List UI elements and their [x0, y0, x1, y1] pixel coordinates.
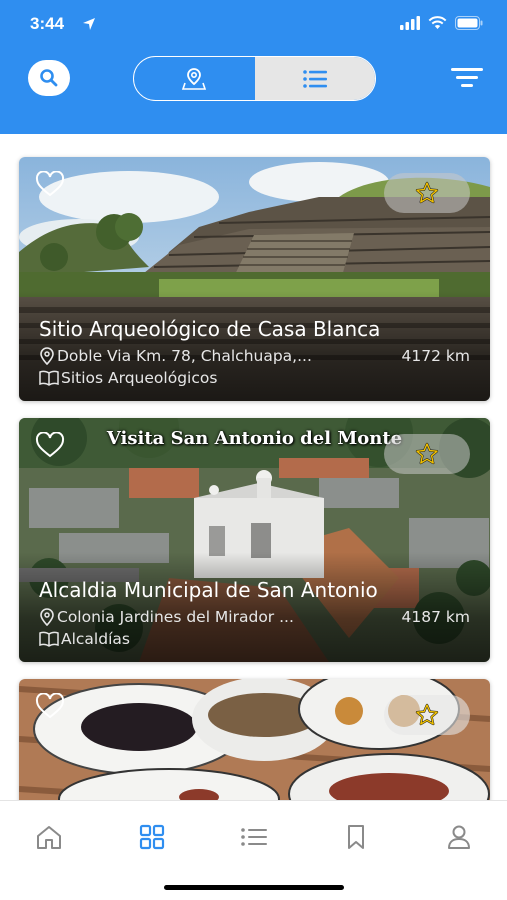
list-icon [241, 828, 267, 846]
home-icon [37, 826, 61, 849]
rating-button[interactable] [384, 434, 470, 474]
search-icon [40, 69, 58, 87]
list-view-tab[interactable] [254, 57, 375, 100]
rating-button[interactable] [384, 695, 470, 735]
wifi-icon [428, 16, 447, 29]
place-category: Alcaldías [61, 630, 130, 648]
grid-icon [139, 824, 165, 850]
list-icon [302, 69, 327, 88]
view-toggle [133, 56, 376, 101]
place-address: Doble Via Km. 78, Chalchuapa,... [57, 347, 312, 365]
book-icon [39, 631, 59, 647]
filter-icon [451, 68, 483, 87]
place-meta: Doble Via Km. 78, Chalchuapa,... 4172 km [39, 347, 470, 365]
profile-icon [448, 825, 470, 849]
star-icon [415, 442, 439, 465]
location-pin-icon [40, 608, 54, 626]
place-address-row: Doble Via Km. 78, Chalchuapa,... [39, 347, 390, 365]
favorite-button[interactable] [35, 692, 65, 724]
map-view-tab[interactable] [134, 57, 255, 100]
heart-icon [35, 431, 65, 458]
status-time: 3:44 [30, 14, 65, 33]
place-card[interactable]: Sitio Arqueológico de Casa Blanca Doble … [19, 157, 490, 401]
status-bar: 3:44 [30, 14, 483, 38]
status-indicators [400, 16, 483, 30]
home-indicator [164, 885, 344, 890]
place-address: Colonia Jardines del Mirador ... [57, 608, 294, 626]
place-address-row: Colonia Jardines del Mirador ... [39, 608, 390, 626]
place-distance: 4172 km [401, 347, 470, 365]
signal-icon [400, 16, 420, 30]
place-distance: 4187 km [401, 608, 470, 626]
place-card[interactable] [19, 679, 490, 800]
bookmark-icon [348, 825, 364, 849]
location-arrow-icon [83, 18, 95, 30]
tab-profile[interactable] [439, 821, 479, 853]
place-category-row: Alcaldías [39, 630, 130, 648]
book-icon [39, 370, 59, 386]
place-title: Sitio Arqueológico de Casa Blanca [39, 317, 381, 341]
heart-icon [35, 692, 65, 719]
place-card[interactable]: Visita San Antonio del Monte Alcaldia Mu… [19, 418, 490, 662]
place-category-row: Sitios Arqueológicos [39, 369, 217, 387]
tab-home[interactable] [29, 821, 69, 853]
favorite-button[interactable] [35, 431, 65, 463]
search-button[interactable] [28, 60, 70, 96]
rating-button[interactable] [384, 173, 470, 213]
star-icon [415, 703, 439, 726]
star-icon [415, 181, 439, 204]
battery-icon [455, 16, 483, 30]
bottom-tab-bar [0, 800, 507, 900]
tab-explore[interactable] [132, 821, 172, 853]
app-header: 3:44 [0, 0, 507, 134]
tab-list[interactable] [234, 821, 274, 853]
place-title: Alcaldia Municipal de San Antonio [39, 578, 378, 602]
filter-button[interactable] [451, 66, 483, 90]
places-list[interactable]: Sitio Arqueológico de Casa Blanca Doble … [0, 134, 507, 800]
heart-icon [35, 170, 65, 197]
map-pin-icon [182, 67, 207, 90]
location-pin-icon [40, 347, 54, 365]
tab-saved[interactable] [336, 821, 376, 853]
favorite-button[interactable] [35, 170, 65, 202]
place-meta: Colonia Jardines del Mirador ... 4187 km [39, 608, 470, 626]
place-category: Sitios Arqueológicos [61, 369, 218, 387]
